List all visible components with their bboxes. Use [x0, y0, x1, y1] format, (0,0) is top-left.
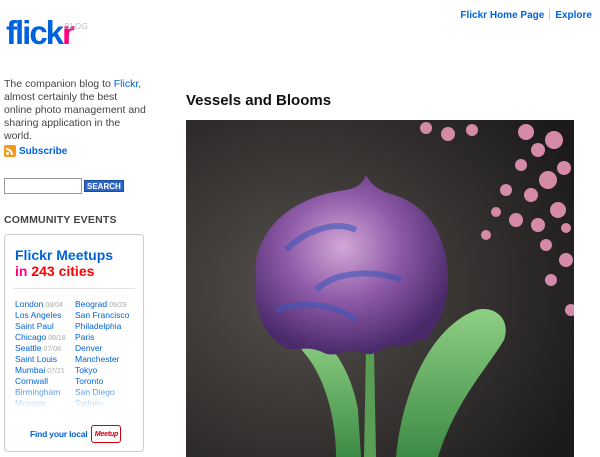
subscribe-link[interactable]: Subscribe [19, 146, 67, 157]
meetup-city-item[interactable]: Manchester [75, 354, 135, 365]
meetups-title-line2: in 243 cities [15, 263, 113, 279]
meetup-city-item[interactable]: Mumbai 07/21 [15, 365, 75, 376]
meetup-city-name[interactable]: London [15, 299, 43, 309]
green-stem [364, 350, 376, 457]
meetup-city-item[interactable]: Seattle 07/08 [15, 343, 75, 354]
meetup-city-name[interactable]: Saint Paul [15, 321, 54, 331]
meetups-title-in: in [15, 263, 32, 279]
meetup-city-name[interactable]: San Francisco [75, 310, 129, 320]
meetup-city-item[interactable]: Paris [75, 332, 135, 343]
search-input[interactable] [4, 178, 82, 194]
subscribe-row[interactable]: Subscribe [4, 145, 67, 157]
meetup-city-item[interactable]: Philadelphia [75, 321, 135, 332]
meetups-city-count: 243 cities [31, 263, 95, 279]
meetup-city-item[interactable]: Tokyo [75, 365, 135, 376]
city-list-fade [5, 383, 143, 409]
meetup-logo[interactable]: Meetup [91, 425, 122, 443]
meetups-title-line1: Flickr Meetups [15, 247, 114, 263]
meetup-city-name[interactable]: Paris [75, 332, 94, 342]
meetup-city-item[interactable]: Chicago 08/18 [15, 332, 75, 343]
meetup-city-name[interactable]: Chicago [15, 332, 46, 342]
meetups-title[interactable]: Flickr Meetups in 243 cities [15, 247, 113, 279]
find-local-meetup[interactable]: Find your local Meetup [30, 425, 122, 443]
nav-divider [549, 9, 551, 21]
meetup-city-row: Saint Louis Manchester [15, 354, 141, 365]
meetup-city-name[interactable]: Denver [75, 343, 102, 353]
meetup-city-name[interactable]: Manchester [75, 354, 119, 364]
logo-accent-text: r [62, 14, 75, 51]
rss-icon[interactable] [4, 145, 16, 157]
flickr-logo[interactable]: flickr [6, 14, 75, 51]
logo-main-text: flick [6, 14, 64, 51]
meetup-city-item[interactable]: London 08/04 [15, 299, 75, 310]
logo-blog-tag: BLOG [64, 22, 89, 31]
meetup-city-item[interactable]: Saint Paul [15, 321, 75, 332]
find-local-text: Find your local [30, 429, 88, 439]
meetup-city-name[interactable]: Tokyo [75, 365, 97, 375]
meetup-city-row: Seattle 07/08 Denver [15, 343, 141, 354]
blog-intro: The companion blog to Flickr, almost cer… [4, 78, 146, 143]
meetup-city-row: Chicago 08/18 Paris [15, 332, 141, 343]
meetup-city-name[interactable]: Los Angeles [15, 310, 61, 320]
intro-text-before: The companion blog to [4, 78, 114, 90]
post-photo[interactable] [186, 120, 574, 457]
meetups-divider [13, 288, 135, 289]
meetup-city-name[interactable]: Philadelphia [75, 321, 121, 331]
intro-flickr-link[interactable]: Flickr [114, 78, 139, 90]
nav-flickr-home-link[interactable]: Flickr Home Page [460, 10, 544, 21]
meetup-city-name[interactable]: Beograd [75, 299, 107, 309]
meetup-city-date: 07/21 [47, 368, 65, 375]
meetup-city-name[interactable]: Mumbai [15, 365, 45, 375]
community-events-heading: COMMUNITY EVENTS [4, 214, 117, 226]
meetup-city-row: Mumbai 07/21 Tokyo [15, 365, 141, 376]
meetup-city-name[interactable]: Seattle [15, 343, 41, 353]
meetup-city-item[interactable]: San Francisco [75, 310, 135, 321]
meetup-city-date: 08/18 [48, 335, 66, 342]
meetup-city-name[interactable]: Saint Louis [15, 354, 57, 364]
nav-explore-link[interactable]: Explore [555, 10, 592, 21]
meetup-city-date: 07/08 [43, 346, 61, 353]
meetup-city-date: 09/29 [109, 302, 127, 309]
meetup-city-item[interactable]: Beograd 09/29 [75, 299, 135, 310]
meetup-city-row: London 08/04 Beograd 09/29 [15, 299, 141, 310]
top-nav: Flickr Home Page Explore [460, 9, 592, 21]
meetup-city-row: Los Angeles San Francisco [15, 310, 141, 321]
post-title[interactable]: Vessels and Blooms [186, 92, 331, 109]
meetup-city-row: Saint Paul Philadelphia [15, 321, 141, 332]
meetup-city-item[interactable]: Los Angeles [15, 310, 75, 321]
meetup-city-item[interactable]: Saint Louis [15, 354, 75, 365]
meetup-city-item[interactable]: Denver [75, 343, 135, 354]
search-button[interactable]: SEARCH [84, 180, 124, 192]
meetup-city-date: 08/04 [45, 302, 63, 309]
meetups-box: Flickr Meetups in 243 cities London 08/04… [4, 234, 144, 452]
